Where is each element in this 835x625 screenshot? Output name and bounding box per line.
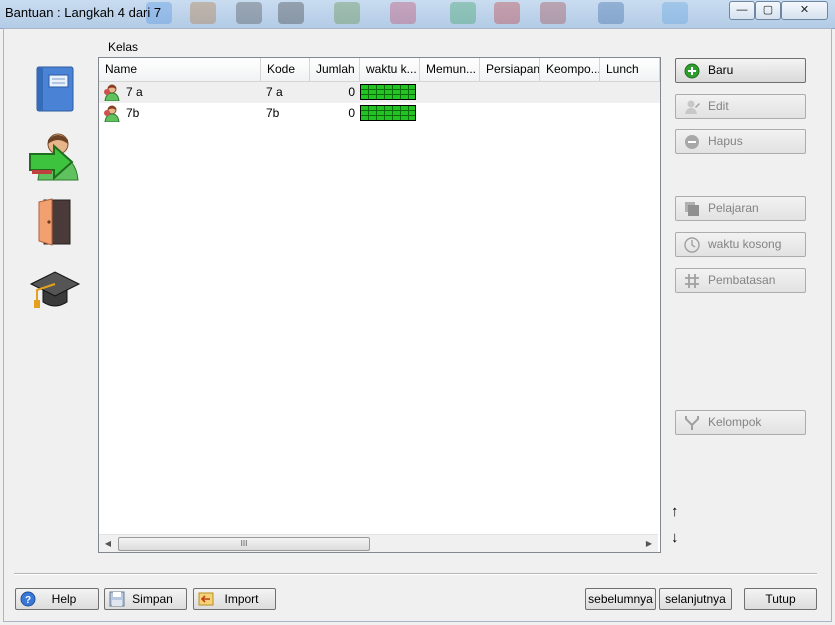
help-icon: ? xyxy=(20,591,36,607)
free-time-button-label: waktu kosong xyxy=(708,237,782,251)
edit-button-label: Edit xyxy=(708,99,729,113)
close-wizard-button[interactable]: Tutup xyxy=(744,588,817,610)
clock-icon xyxy=(684,237,700,253)
grid-header: Name Kode Jumlah waktu k... Memun... Per… xyxy=(99,58,660,82)
fork-icon xyxy=(685,416,699,430)
minimize-button[interactable]: — xyxy=(729,1,755,20)
table-row[interactable]: 7 a 7 a 0 xyxy=(99,82,660,103)
column-header-kode[interactable]: Kode xyxy=(261,58,310,81)
svg-text:?: ? xyxy=(25,595,31,606)
classes-grid[interactable]: Name Kode Jumlah waktu k... Memun... Per… xyxy=(98,57,661,553)
decor-icon xyxy=(190,2,216,24)
lessons-button-label: Pelajaran xyxy=(708,201,759,215)
column-header-memun[interactable]: Memun... xyxy=(420,58,480,81)
hash-icon xyxy=(685,274,699,288)
edit-user-icon xyxy=(685,100,700,114)
availability-grid-icon xyxy=(360,105,416,121)
constraints-button[interactable]: Pembatasan xyxy=(675,268,806,293)
delete-button-label: Hapus xyxy=(708,134,743,148)
graduation-cap-icon[interactable] xyxy=(29,266,81,312)
column-header-keompo[interactable]: Keompo... xyxy=(540,58,600,81)
lessons-button[interactable]: Pelajaran xyxy=(675,196,806,221)
delete-button[interactable]: Hapus xyxy=(675,129,806,154)
edit-button[interactable]: Edit xyxy=(675,94,806,119)
save-icon xyxy=(109,591,125,607)
decor-icon xyxy=(662,2,688,24)
move-down-icon[interactable]: ↓ xyxy=(671,529,679,546)
save-button[interactable]: Simpan xyxy=(104,588,187,610)
horizontal-scrollbar[interactable]: ◀ III ▶ xyxy=(99,534,658,552)
next-button[interactable]: selanjutnya xyxy=(659,588,732,610)
footer-separator xyxy=(14,573,817,575)
help-button[interactable]: ? Help xyxy=(15,588,99,610)
column-header-jumlah[interactable]: Jumlah xyxy=(310,58,360,81)
cell-kode: 7 a xyxy=(266,85,283,99)
student-icon xyxy=(104,105,120,122)
decor-icon xyxy=(450,2,476,24)
new-button[interactable]: Baru xyxy=(675,58,806,83)
column-header-lunch[interactable]: Lunch xyxy=(600,58,660,81)
title-bar[interactable]: Bantuan : Langkah 4 dari 7 — ▢ ✕ xyxy=(0,0,835,29)
cell-name: 7 a xyxy=(126,85,143,99)
scroll-left-icon[interactable]: ◀ xyxy=(101,537,115,550)
column-header-persiapan[interactable]: Persiapan xyxy=(480,58,540,81)
decor-icon xyxy=(598,2,624,24)
cell-kode: 7b xyxy=(266,106,280,120)
student-icon xyxy=(104,84,120,101)
book-icon[interactable] xyxy=(34,66,76,112)
new-button-label: Baru xyxy=(708,63,734,77)
decor-icon xyxy=(236,2,262,24)
remove-icon xyxy=(685,135,699,149)
add-icon xyxy=(684,63,700,79)
decor-icon xyxy=(390,2,416,24)
import-button-label: Import xyxy=(224,592,259,606)
cell-jumlah: 0 xyxy=(348,85,355,99)
constraints-button-label: Pembatasan xyxy=(708,273,776,287)
column-header-waktu[interactable]: waktu k... xyxy=(360,58,420,81)
group-button[interactable]: Kelompok xyxy=(675,410,806,435)
group-button-label: Kelompok xyxy=(708,415,762,429)
help-button-label: Help xyxy=(51,592,77,606)
decor-icon xyxy=(334,2,360,24)
import-icon xyxy=(198,592,214,606)
scroll-right-icon[interactable]: ▶ xyxy=(642,537,656,550)
decor-icon xyxy=(540,2,566,24)
free-time-button[interactable]: waktu kosong xyxy=(675,232,806,257)
cell-jumlah: 0 xyxy=(348,106,355,120)
window-title: Bantuan : Langkah 4 dari 7 xyxy=(5,5,162,20)
save-button-label: Simpan xyxy=(132,592,173,606)
grid-caption: Kelas xyxy=(108,40,139,54)
table-row[interactable]: 7b 7b 0 xyxy=(99,103,660,124)
move-up-icon[interactable]: ↑ xyxy=(671,503,679,520)
maximize-button[interactable]: ▢ xyxy=(755,1,781,20)
previous-button[interactable]: sebelumnya xyxy=(585,588,656,610)
scrollbar-thumb[interactable]: III xyxy=(118,537,370,551)
column-header-name[interactable]: Name xyxy=(99,58,261,81)
door-icon[interactable] xyxy=(36,197,74,247)
teacher-arrow-icon[interactable] xyxy=(28,130,80,182)
close-button[interactable]: ✕ xyxy=(781,1,828,20)
lessons-icon xyxy=(685,202,699,216)
availability-grid-icon xyxy=(360,84,416,100)
decor-icon xyxy=(278,2,304,24)
cell-name: 7b xyxy=(126,106,140,120)
import-button[interactable]: Import xyxy=(193,588,276,610)
decor-icon xyxy=(494,2,520,24)
